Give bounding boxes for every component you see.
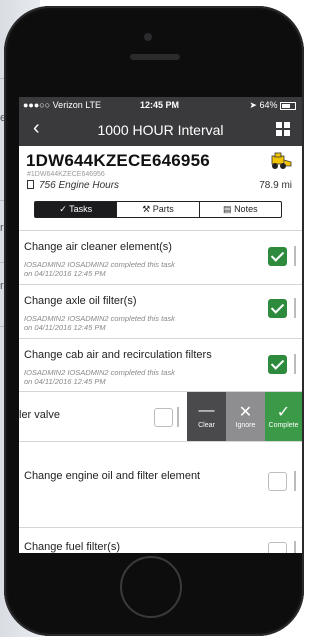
complete-button[interactable]: ✓ Complete bbox=[265, 392, 302, 442]
grid-menu-icon[interactable] bbox=[276, 122, 290, 136]
task-checkbox[interactable] bbox=[268, 247, 287, 266]
hourglass-icon bbox=[27, 180, 34, 189]
task-checkbox[interactable] bbox=[268, 542, 287, 553]
battery-percent: 64% bbox=[259, 100, 278, 110]
drag-handle[interactable] bbox=[294, 471, 296, 491]
tab-bar: ✓ Tasks ⚒ Parts ▤ Notes bbox=[34, 201, 282, 218]
task-name: Change engine oil and filter element bbox=[24, 470, 201, 482]
task-completion-info: IOSADMIN2 IOSADMIN2 completed this task bbox=[24, 314, 175, 323]
status-time: 12:45 PM bbox=[140, 100, 180, 110]
drag-handle[interactable] bbox=[294, 246, 296, 266]
drag-handle[interactable] bbox=[177, 407, 179, 427]
tab-tasks[interactable]: ✓ Tasks bbox=[35, 202, 118, 217]
task-completion-date: on 04/11/2016 12:45 PM bbox=[24, 377, 106, 386]
task-checkbox[interactable] bbox=[268, 355, 287, 374]
task-completion-date: on 04/11/2016 12:45 PM bbox=[24, 323, 106, 332]
task-row-swiped[interactable]: ler valve — Clear ✕ Ignore ✓ Complete bbox=[19, 391, 302, 442]
task-completion-info: IOSADMIN2 IOSADMIN2 completed this task bbox=[24, 260, 175, 269]
status-bar: ●●●○○ Verizon LTE 12:45 PM ➤ 64% bbox=[19, 97, 302, 113]
drag-handle[interactable] bbox=[294, 354, 296, 374]
task-name: Change air cleaner element(s) bbox=[24, 241, 172, 253]
tab-parts[interactable]: ⚒ Parts bbox=[117, 202, 200, 217]
equipment-vin-sub: #1DW644KZECE646956 bbox=[27, 171, 105, 178]
distance-value: 78.9 mi bbox=[259, 180, 292, 191]
task-completion-date: on 04/11/2016 12:45 PM bbox=[24, 269, 106, 278]
carrier-label: ●●●○○ Verizon LTE bbox=[23, 100, 102, 110]
check-icon: ✓ bbox=[276, 404, 291, 421]
earpiece-speaker bbox=[130, 54, 180, 60]
task-checkbox[interactable] bbox=[154, 408, 173, 427]
task-completion-info: IOSADMIN2 IOSADMIN2 completed this task bbox=[24, 368, 175, 377]
tab-notes[interactable]: ▤ Notes bbox=[200, 202, 281, 217]
equipment-vin: 1DW644KZECE646956 bbox=[26, 151, 210, 170]
battery-status: ➤ 64% bbox=[249, 100, 296, 111]
battery-icon bbox=[280, 101, 296, 110]
drag-handle[interactable] bbox=[294, 541, 296, 553]
front-camera bbox=[144, 33, 152, 41]
task-row[interactable]: Change fuel filter(s) bbox=[19, 527, 302, 553]
home-button[interactable] bbox=[120, 556, 182, 618]
task-row[interactable]: Change air cleaner element(s) IOSADMIN2 … bbox=[19, 230, 302, 285]
engine-hours: 756 Engine Hours bbox=[27, 180, 119, 191]
engine-hours-value: 756 bbox=[39, 180, 56, 191]
page-title: 1000 HOUR Interval bbox=[97, 122, 224, 138]
loader-machine-icon bbox=[271, 152, 292, 169]
clear-button[interactable]: — Clear bbox=[187, 392, 226, 442]
task-name: Change axle oil filter(s) bbox=[24, 295, 137, 307]
task-checkbox[interactable] bbox=[268, 299, 287, 318]
task-checkbox[interactable] bbox=[268, 472, 287, 491]
task-row[interactable]: Change cab air and recirculation filters… bbox=[19, 338, 302, 392]
task-row[interactable]: Change engine oil and filter element bbox=[19, 441, 302, 528]
location-icon: ➤ bbox=[249, 100, 257, 110]
ignore-button[interactable]: ✕ Ignore bbox=[226, 392, 265, 442]
task-name: ler valve bbox=[19, 409, 60, 421]
minus-icon: — bbox=[198, 402, 215, 419]
engine-hours-label: Engine Hours bbox=[58, 180, 120, 191]
task-row[interactable]: Change axle oil filter(s) IOSADMIN2 IOSA… bbox=[19, 284, 302, 339]
x-icon: ✕ bbox=[238, 404, 253, 421]
task-name: Change cab air and recirculation filters bbox=[24, 349, 212, 361]
task-name: Change fuel filter(s) bbox=[24, 541, 120, 553]
drag-handle[interactable] bbox=[294, 298, 296, 318]
nav-bar: ‹ 1000 HOUR Interval bbox=[19, 113, 302, 146]
app-screen: ●●●○○ Verizon LTE 12:45 PM ➤ 64% ‹ 1000 … bbox=[19, 97, 302, 553]
